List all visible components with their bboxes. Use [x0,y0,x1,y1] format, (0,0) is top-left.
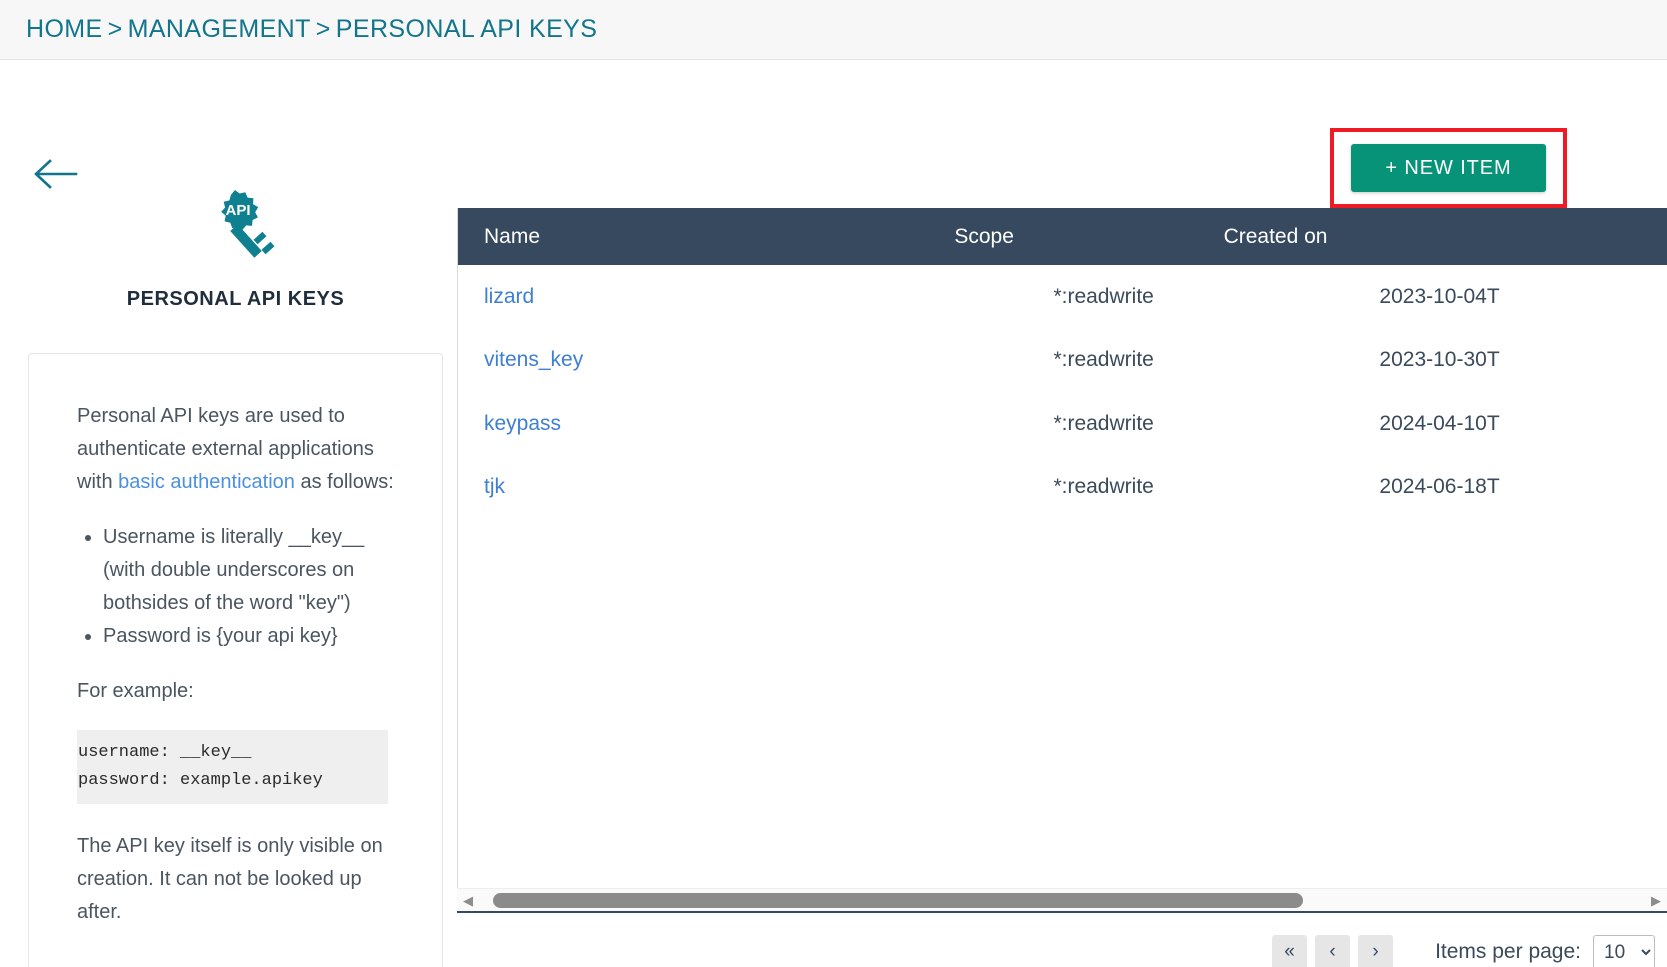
table-cell-scope: *:readwrite [1053,348,1154,372]
breadcrumb-item-management[interactable]: MANAGEMENT [128,15,311,43]
api-keys-table: Name Scope Created on lizard *:readwrite… [457,208,1667,908]
page-body: API PERSONAL API KEYS Personal API keys … [0,60,1667,967]
column-header-scope[interactable]: Scope [954,225,1223,249]
api-key-icon: API [28,178,443,270]
table-cell-name: keypass [458,412,1053,436]
table-bottom-rule [457,911,1667,913]
pagination-bar: « ‹ › Items per page: 10 [457,920,1667,967]
breadcrumb: HOME > MANAGEMENT > PERSONAL API KEYS [26,15,597,44]
table-cell-scope: *:readwrite [1053,475,1154,499]
api-key-link[interactable]: keypass [484,412,561,435]
table-row[interactable]: keypass *:readwrite 2024-04-10T [458,392,1667,456]
table-cell-name: vitens_key [458,348,1053,372]
items-per-page-label: Items per page: [1435,940,1581,963]
table-row[interactable]: lizard *:readwrite 2023-10-04T [458,265,1667,329]
table-horizontal-scrollbar[interactable]: ◀ ▶ [457,888,1667,912]
previous-page-button[interactable]: ‹ [1315,934,1351,967]
scrollbar-track[interactable] [479,889,1645,913]
table-cell-name: lizard [458,285,1053,309]
info-intro-part2: as follows: [294,471,394,493]
breadcrumb-item-home[interactable]: HOME [26,15,103,43]
code-line-password: password: example.apikey [78,771,323,790]
page-title: PERSONAL API KEYS [126,288,345,310]
breadcrumb-item-personal-api-keys[interactable]: PERSONAL API KEYS [336,15,598,43]
new-item-button[interactable]: + NEW ITEM [1351,144,1546,192]
info-footer-note: The API key itself is only visible on cr… [77,835,383,923]
api-icon-label: API [225,202,250,219]
table-cell-scope: *:readwrite [1053,411,1154,435]
code-line-username: username: __key__ [78,743,252,762]
table-cell-name: tjk [458,475,1053,499]
table-cell-created-on: 2023-10-04T [1379,284,1500,308]
info-example-label: For example: [77,680,194,702]
table-cell-scope: *:readwrite [1053,284,1154,308]
breadcrumb-separator-1: > [107,15,123,43]
first-page-button[interactable]: « [1272,934,1308,967]
scrollbar-thumb[interactable] [493,892,1303,908]
basic-authentication-link[interactable]: basic authentication [118,471,295,493]
column-header-name[interactable]: Name [458,225,954,249]
table-cell-created-on: 2024-04-10T [1379,411,1500,435]
info-column: API PERSONAL API KEYS Personal API keys … [28,178,443,967]
table-header-row: Name Scope Created on [458,208,1667,265]
table-cell-created-on: 2023-10-30T [1379,348,1500,372]
table-body: lizard *:readwrite 2023-10-04T vitens_ke… [458,265,1667,519]
items-per-page-select[interactable]: 10 [1593,935,1655,967]
column-header-created-on[interactable]: Created on [1224,225,1462,249]
info-bullet-list: Username is literally __key__ (with doub… [77,521,394,653]
api-key-link[interactable]: lizard [484,285,534,308]
table-row[interactable]: tjk *:readwrite 2024-06-18T [458,456,1667,520]
next-page-button[interactable]: › [1358,934,1394,967]
breadcrumb-bar: HOME > MANAGEMENT > PERSONAL API KEYS [0,0,1667,60]
scroll-right-arrow-icon[interactable]: ▶ [1645,890,1667,912]
info-card: Personal API keys are used to authentica… [28,353,443,967]
info-intro-paragraph: Personal API keys are used to authentica… [77,400,394,499]
table-row[interactable]: vitens_key *:readwrite 2023-10-30T [458,329,1667,393]
api-key-link[interactable]: tjk [484,475,505,498]
new-item-highlight-box: + NEW ITEM [1330,128,1567,208]
table-cell-created-on: 2024-06-18T [1379,475,1500,499]
scroll-left-arrow-icon[interactable]: ◀ [457,890,479,912]
list-item: Password is {your api key} [103,620,394,653]
code-example-block: username: __key__ password: example.apik… [77,730,388,804]
breadcrumb-separator-2: > [315,15,331,43]
list-item: Username is literally __key__ (with doub… [103,521,394,620]
api-key-link[interactable]: vitens_key [484,348,583,371]
